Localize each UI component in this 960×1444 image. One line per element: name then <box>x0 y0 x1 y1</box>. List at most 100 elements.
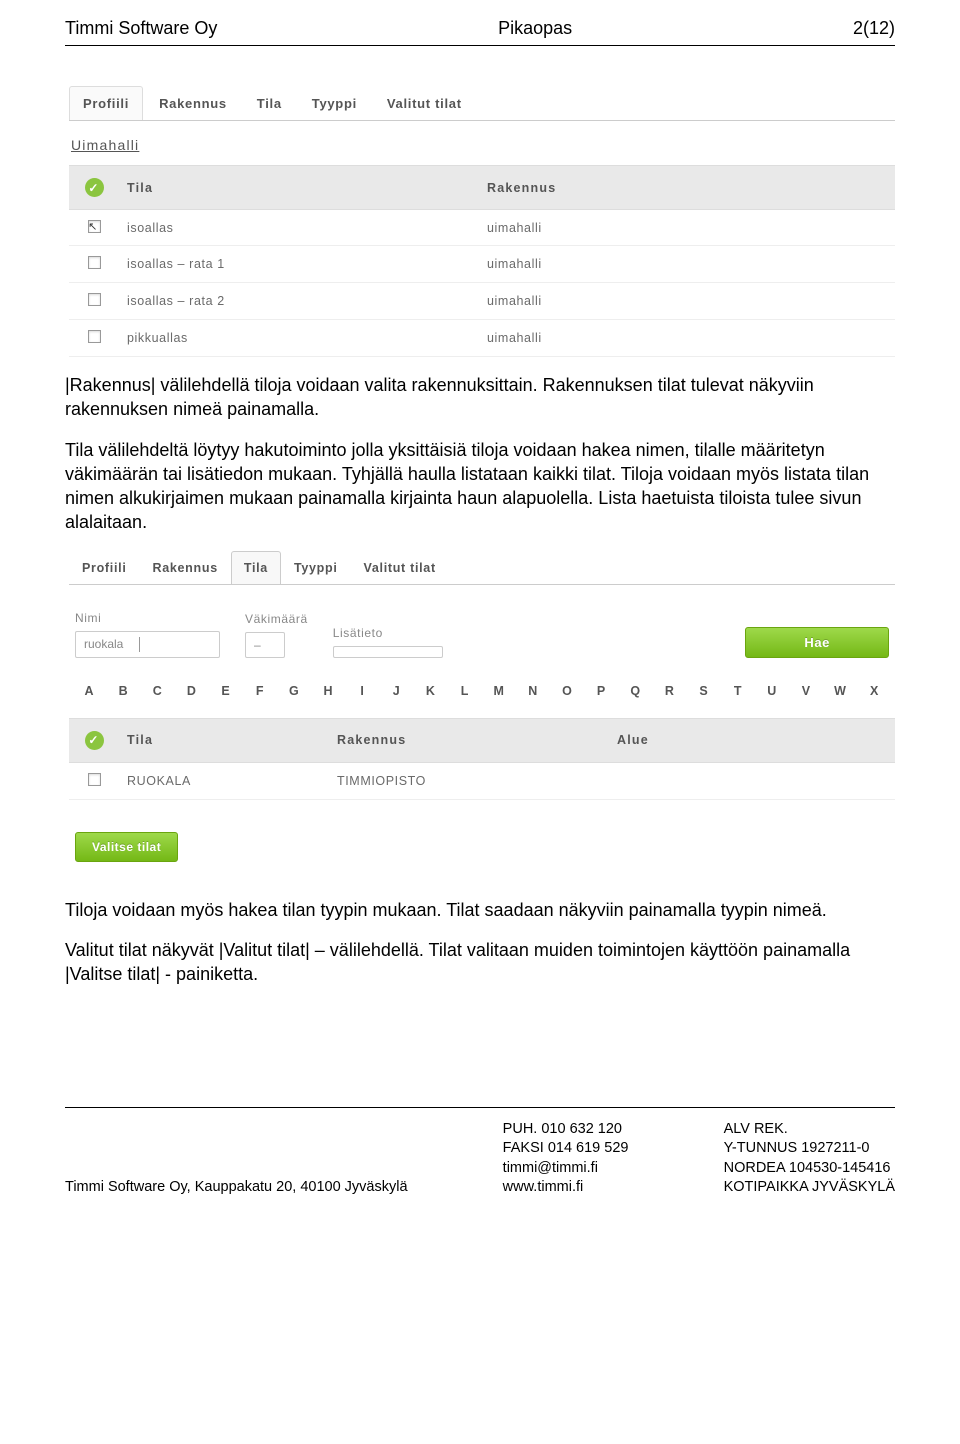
cell-rakennus: TIMMIOPISTO <box>329 762 609 799</box>
alpha-letter[interactable]: R <box>655 684 683 698</box>
select-all-header[interactable]: ✓ <box>69 718 119 762</box>
footer-registry: ALV REK. Y-TUNNUS 1927211-0 NORDEA 10453… <box>724 1120 895 1198</box>
cell-tila: isoallas – rata 2 <box>119 283 479 320</box>
alpha-letter[interactable]: D <box>177 684 205 698</box>
alpha-letter[interactable]: L <box>451 684 479 698</box>
tab-valitut-tilat[interactable]: Valitut tilat <box>373 86 476 120</box>
paragraph: |Rakennus| välilehdellä tiloja voidaan v… <box>65 373 895 422</box>
check-icon: ✓ <box>85 178 104 197</box>
alpha-letter[interactable]: A <box>75 684 103 698</box>
tab-rakennus[interactable]: Rakennus <box>145 86 241 120</box>
tab-tila[interactable]: Tila <box>231 551 281 584</box>
row-checkbox[interactable] <box>88 220 101 233</box>
building-name-link[interactable]: Uimahalli <box>71 137 895 153</box>
alpha-letter[interactable]: K <box>416 684 444 698</box>
alpha-letter[interactable]: I <box>348 684 376 698</box>
alpha-letter[interactable]: E <box>212 684 240 698</box>
cell-rakennus: uimahalli <box>479 210 895 246</box>
check-icon: ✓ <box>85 731 104 750</box>
col-rakennus: Rakennus <box>329 718 609 762</box>
cell-tila: isoallas – rata 1 <box>119 246 479 283</box>
footer-address: Timmi Software Oy, Kauppakatu 20, 40100 … <box>65 1120 408 1198</box>
col-alue: Alue <box>609 718 895 762</box>
field-vakimaara: Väkimäärä – <box>245 612 308 658</box>
alpha-letter[interactable]: N <box>519 684 547 698</box>
alpha-letter[interactable]: T <box>724 684 752 698</box>
cell-alue <box>609 762 895 799</box>
paragraph: Tiloja voidaan myös hakea tilan tyypin m… <box>65 898 895 922</box>
alpha-letter[interactable]: P <box>587 684 615 698</box>
alpha-letter[interactable]: M <box>485 684 513 698</box>
footer-rule <box>65 1107 895 1108</box>
alpha-letter[interactable]: G <box>280 684 308 698</box>
lisatieto-label: Lisätieto <box>333 626 443 640</box>
alpha-letter[interactable]: S <box>690 684 718 698</box>
cell-rakennus: uimahalli <box>479 246 895 283</box>
paragraph: Tila välilehdeltä löytyy hakutoiminto jo… <box>65 438 895 535</box>
col-tila: Tila <box>119 166 479 210</box>
tab-profiili[interactable]: Profiili <box>69 86 143 120</box>
company-name: Timmi Software Oy <box>65 18 217 39</box>
vakimaara-label: Väkimäärä <box>245 612 308 626</box>
search-form: Nimi ruokala Väkimäärä – Lisätieto Hae <box>69 585 895 676</box>
alpha-letter[interactable]: H <box>314 684 342 698</box>
alpha-letter[interactable]: X <box>860 684 888 698</box>
alpha-letter[interactable]: F <box>246 684 274 698</box>
rooms-table: ✓ Tila Rakennus isoallas uimahalli isoal… <box>69 165 895 357</box>
tab-bar: Profiili Rakennus Tila Tyyppi Valitut ti… <box>69 551 895 585</box>
table-row: isoallas – rata 2 uimahalli <box>69 283 895 320</box>
row-checkbox[interactable] <box>88 256 101 269</box>
field-nimi: Nimi ruokala <box>75 611 220 658</box>
tab-bar: Profiili Rakennus Tila Tyyppi Valitut ti… <box>69 86 895 121</box>
lisatieto-input[interactable] <box>333 646 443 658</box>
document-header: Timmi Software Oy Pikaopas 2(12) <box>65 18 895 39</box>
col-tila: Tila <box>119 718 329 762</box>
tab-valitut-tilat[interactable]: Valitut tilat <box>351 551 449 584</box>
nimi-value: ruokala <box>84 637 123 651</box>
alpha-letter[interactable]: U <box>758 684 786 698</box>
alphabet-filter: A B C D E F G H I J K L M N O P Q R S T … <box>69 676 895 718</box>
vakimaara-input[interactable]: – <box>245 632 285 658</box>
cell-rakennus: uimahalli <box>479 283 895 320</box>
col-rakennus: Rakennus <box>479 166 895 210</box>
tab-profiili[interactable]: Profiili <box>69 551 140 584</box>
nimi-input[interactable]: ruokala <box>75 631 220 658</box>
cell-tila: isoallas <box>119 210 479 246</box>
alpha-letter[interactable]: V <box>792 684 820 698</box>
cell-rakennus: uimahalli <box>479 320 895 357</box>
tab-rakennus[interactable]: Rakennus <box>140 551 231 584</box>
table-row: isoallas – rata 1 uimahalli <box>69 246 895 283</box>
alpha-letter[interactable]: O <box>553 684 581 698</box>
page-number: 2(12) <box>853 18 895 39</box>
alpha-letter[interactable]: W <box>826 684 854 698</box>
screenshot-tila-search: Profiili Rakennus Tila Tyyppi Valitut ti… <box>69 551 895 862</box>
tab-tyyppi[interactable]: Tyyppi <box>298 86 371 120</box>
alpha-letter[interactable]: C <box>143 684 171 698</box>
cell-tila: pikkuallas <box>119 320 479 357</box>
alpha-letter[interactable]: J <box>382 684 410 698</box>
table-row: pikkuallas uimahalli <box>69 320 895 357</box>
text-cursor-icon <box>139 637 140 652</box>
footer-contact: PUH. 010 632 120 FAKSI 014 619 529 timmi… <box>503 1120 629 1198</box>
table-row: RUOKALA TIMMIOPISTO <box>69 762 895 799</box>
results-table: ✓ Tila Rakennus Alue RUOKALA TIMMIOPISTO <box>69 718 895 800</box>
search-button[interactable]: Hae <box>745 627 889 658</box>
screenshot-rakennus: Profiili Rakennus Tila Tyyppi Valitut ti… <box>69 86 895 357</box>
select-all-header[interactable]: ✓ <box>69 166 119 210</box>
header-rule <box>65 45 895 46</box>
alpha-letter[interactable]: Q <box>621 684 649 698</box>
row-checkbox[interactable] <box>88 330 101 343</box>
row-checkbox[interactable] <box>88 773 101 786</box>
tab-tyyppi[interactable]: Tyyppi <box>281 551 351 584</box>
table-row: isoallas uimahalli <box>69 210 895 246</box>
paragraph: Valitut tilat näkyvät |Valitut tilat| – … <box>65 938 895 987</box>
row-checkbox[interactable] <box>88 293 101 306</box>
nimi-label: Nimi <box>75 611 220 625</box>
document-title: Pikaopas <box>498 18 572 39</box>
cell-tila: RUOKALA <box>119 762 329 799</box>
select-rooms-button[interactable]: Valitse tilat <box>75 832 178 862</box>
tab-tila[interactable]: Tila <box>243 86 296 120</box>
alpha-letter[interactable]: B <box>109 684 137 698</box>
document-footer: Timmi Software Oy, Kauppakatu 20, 40100 … <box>65 1107 895 1198</box>
field-lisatieto: Lisätieto <box>333 626 443 658</box>
